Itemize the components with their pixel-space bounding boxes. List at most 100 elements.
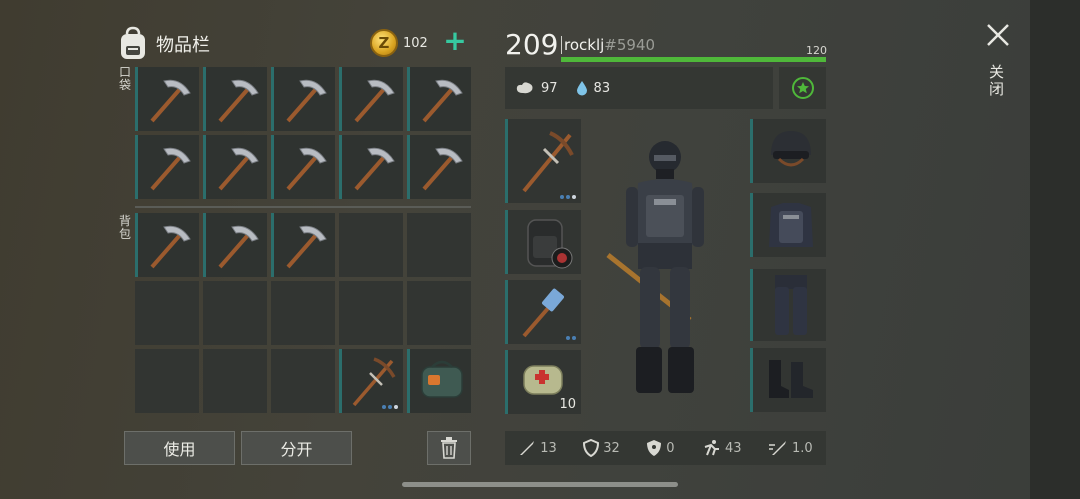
damage-stat: 13 — [518, 439, 557, 457]
shield-icon — [583, 439, 600, 457]
running-icon — [704, 440, 720, 456]
close-icon[interactable] — [985, 22, 1011, 48]
pickaxe-icon — [422, 147, 463, 191]
backpack-slot[interactable] — [407, 349, 471, 413]
pants-slot[interactable] — [750, 269, 826, 341]
pocket-slot[interactable] — [135, 135, 199, 199]
home-indicator[interactable] — [402, 482, 678, 487]
crafted-pickaxe-icon — [352, 357, 396, 407]
pickaxe-icon — [218, 225, 259, 269]
player-character — [606, 141, 704, 393]
defense-stat: 32 — [583, 439, 620, 457]
split-button[interactable]: 分开 — [241, 431, 352, 465]
pickaxe-icon — [218, 79, 259, 123]
inventory-header: 物品栏 — [118, 24, 210, 64]
player-name: rocklj — [564, 36, 605, 54]
pocket-slot[interactable] — [203, 67, 267, 131]
backpack-slot[interactable] — [271, 349, 335, 413]
player-tag: #5940 — [604, 36, 656, 54]
pocket-grid — [135, 67, 471, 199]
pocket-slot[interactable] — [271, 135, 335, 199]
pickaxe-icon — [422, 79, 463, 123]
backpack-slot[interactable] — [271, 213, 335, 277]
pocket-slot[interactable] — [271, 67, 335, 131]
star-icon — [791, 77, 814, 99]
backpack-slot[interactable] — [271, 281, 335, 345]
close-label[interactable]: 关闭 — [989, 64, 1007, 98]
trash-button[interactable] — [427, 431, 471, 465]
damage-value: 13 — [540, 440, 557, 456]
water-stat: 83 — [576, 80, 611, 96]
attack-speed-value: 1.0 — [792, 440, 813, 456]
perks-button[interactable] — [779, 67, 826, 109]
player-name-block: rocklj#5940 — [561, 36, 655, 54]
riot-helmet-icon — [771, 131, 811, 167]
backpack-slot[interactable] — [505, 210, 581, 274]
bag-slot[interactable]: 10 — [505, 350, 581, 414]
hammer-icon — [522, 288, 564, 338]
food-stat: 97 — [515, 81, 558, 96]
pocket-slot[interactable] — [407, 67, 471, 131]
speed-stat: 43 — [701, 439, 742, 457]
inventory-title: 物品栏 — [156, 35, 210, 56]
combat-boots-icon — [769, 360, 813, 398]
helmet-slot[interactable] — [750, 119, 826, 183]
pocket-slot[interactable] — [135, 67, 199, 131]
stomach-icon — [516, 82, 533, 94]
backpack-slot[interactable] — [203, 349, 267, 413]
add-coins-button[interactable]: + — [442, 27, 468, 56]
backpack-slot[interactable] — [135, 349, 199, 413]
pickaxe-icon — [286, 147, 327, 191]
backpack-slot[interactable] — [203, 281, 267, 345]
pocket-slot[interactable] — [339, 135, 403, 199]
backpack-icon — [118, 26, 148, 62]
food-value: 97 — [541, 80, 558, 96]
backpack-slot[interactable] — [407, 213, 471, 277]
tactical-pants-icon — [775, 275, 807, 335]
coin-icon: Z — [370, 29, 398, 57]
pocket-slot[interactable] — [407, 135, 471, 199]
durability-dots — [382, 405, 398, 409]
backpack-label: 背包 — [118, 214, 131, 241]
crafted-pickaxe-icon — [522, 131, 574, 193]
coin-count: 102 — [403, 36, 428, 51]
attack-speed-stat: 1.0 — [768, 439, 813, 457]
pocket-label: 口袋 — [118, 65, 131, 92]
fast-sword-icon — [769, 441, 787, 455]
hp-bar — [561, 57, 826, 62]
backpack-slot[interactable] — [339, 281, 403, 345]
trash-icon — [441, 437, 457, 459]
backpack-slot[interactable] — [135, 213, 199, 277]
pocket-slot[interactable] — [339, 67, 403, 131]
police-vest-icon — [769, 203, 813, 247]
pickaxe-icon — [150, 79, 191, 123]
right-edge-panel — [1030, 0, 1080, 499]
water-value: 83 — [593, 80, 611, 96]
medkit-bag-icon — [421, 360, 463, 398]
boots-slot[interactable] — [750, 348, 826, 412]
bag-count: 10 — [559, 397, 576, 412]
pocket-slot[interactable] — [203, 135, 267, 199]
pickaxe-icon — [286, 225, 327, 269]
durability-dots — [560, 195, 576, 199]
pickaxe-icon — [218, 147, 259, 191]
hp-max: 120 — [806, 44, 827, 57]
radiation-stat: 0 — [646, 439, 675, 457]
armor-slot[interactable] — [750, 193, 826, 257]
backpack-slot[interactable] — [135, 281, 199, 345]
first-aid-bag-icon — [523, 365, 563, 395]
pickaxe-icon — [150, 147, 191, 191]
backpack-slot[interactable] — [339, 213, 403, 277]
player-level: 209 — [505, 28, 559, 61]
backpack-slot[interactable] — [339, 349, 403, 413]
tool-slot[interactable] — [505, 280, 581, 344]
water-drop-icon — [576, 81, 587, 96]
backpack-slot[interactable] — [203, 213, 267, 277]
backpack-slot[interactable] — [407, 281, 471, 345]
combat-stats-bar: 13 32 0 43 1.0 — [505, 431, 826, 465]
weapon-slot[interactable] — [505, 119, 581, 203]
use-button[interactable]: 使用 — [124, 431, 235, 465]
tactical-backpack-icon — [527, 219, 573, 269]
pickaxe-icon — [286, 79, 327, 123]
pickaxe-icon — [150, 225, 191, 269]
